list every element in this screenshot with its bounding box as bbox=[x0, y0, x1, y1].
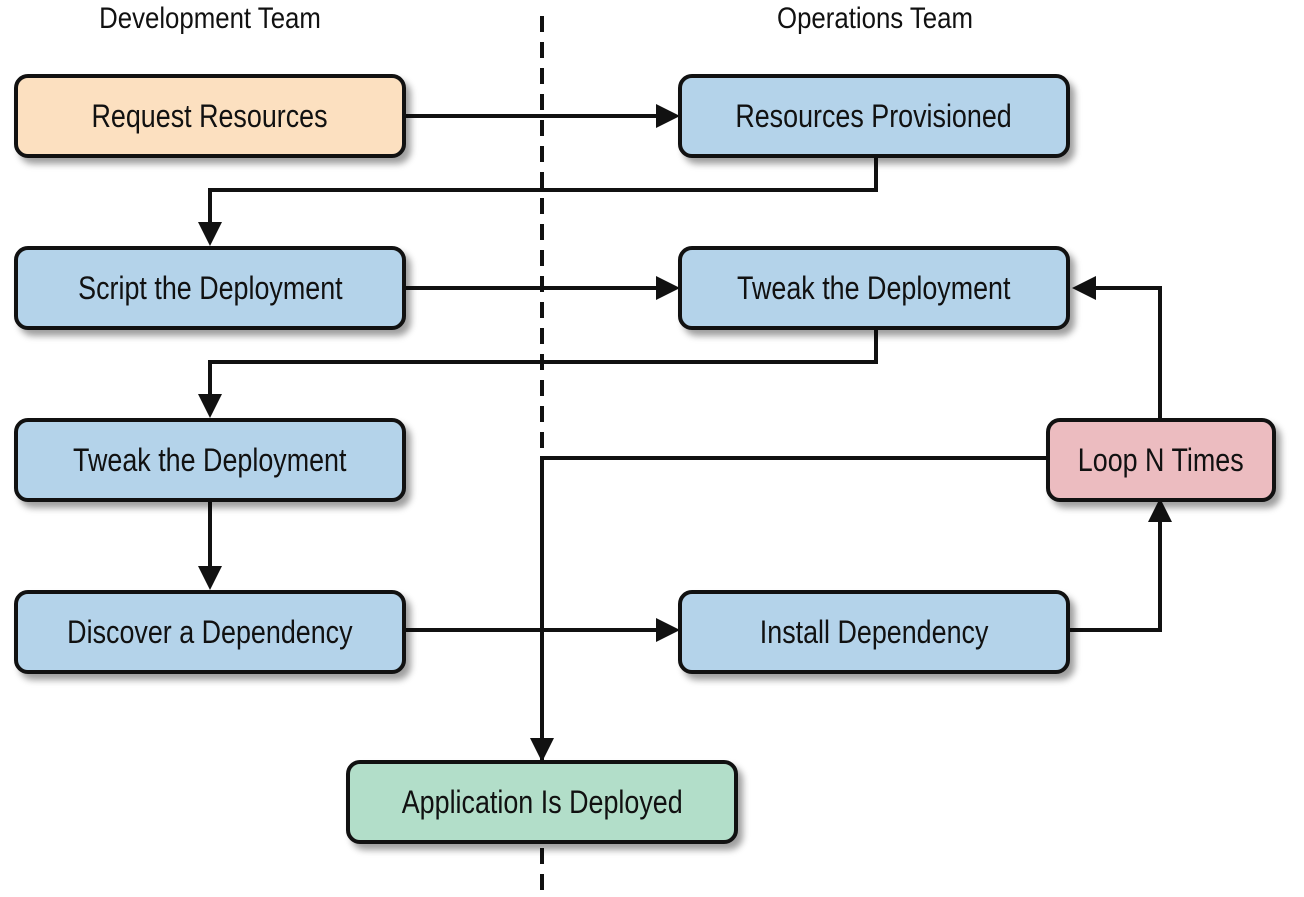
arrowhead-icon bbox=[656, 104, 680, 128]
arrowhead-icon bbox=[530, 738, 554, 762]
node-label: Loop N Times bbox=[1078, 441, 1244, 478]
node-tweak-deployment-dev[interactable]: Tweak the Deployment bbox=[14, 418, 406, 502]
node-resources-provisioned[interactable]: Resources Provisioned bbox=[678, 74, 1070, 158]
node-discover-dependency[interactable]: Discover a Dependency bbox=[14, 590, 406, 674]
edge-loop-to-tweak-ops bbox=[1090, 286, 1162, 418]
node-label: Resources Provisioned bbox=[735, 97, 1013, 134]
node-label: Tweak the Deployment bbox=[737, 269, 1011, 306]
node-request-resources[interactable]: Request Resources bbox=[14, 74, 406, 158]
edge-install-to-loop bbox=[1070, 520, 1162, 632]
node-label: Request Resources bbox=[91, 97, 329, 134]
node-application-deployed[interactable]: Application Is Deployed bbox=[346, 760, 738, 844]
node-script-deployment[interactable]: Script the Deployment bbox=[14, 246, 406, 330]
node-label: Install Dependency bbox=[759, 613, 989, 650]
node-label: Tweak the Deployment bbox=[73, 441, 347, 478]
node-label: Discover a Dependency bbox=[67, 613, 353, 650]
arrowhead-icon bbox=[198, 222, 222, 246]
edge-provisioned-to-script bbox=[208, 156, 878, 226]
node-loop-n-times[interactable]: Loop N Times bbox=[1046, 418, 1276, 502]
arrowhead-icon bbox=[656, 618, 680, 642]
arrowhead-icon bbox=[198, 394, 222, 418]
node-install-dependency[interactable]: Install Dependency bbox=[678, 590, 1070, 674]
lane-title-operations: Operations Team bbox=[777, 2, 973, 35]
arrowhead-icon bbox=[198, 566, 222, 590]
node-tweak-deployment-ops[interactable]: Tweak the Deployment bbox=[678, 246, 1070, 330]
arrowhead-icon bbox=[1072, 276, 1096, 300]
node-label: Application Is Deployed bbox=[401, 783, 683, 820]
arrowhead-icon bbox=[656, 276, 680, 300]
node-label: Script the Deployment bbox=[77, 269, 343, 306]
lane-title-development: Development Team bbox=[99, 2, 321, 35]
